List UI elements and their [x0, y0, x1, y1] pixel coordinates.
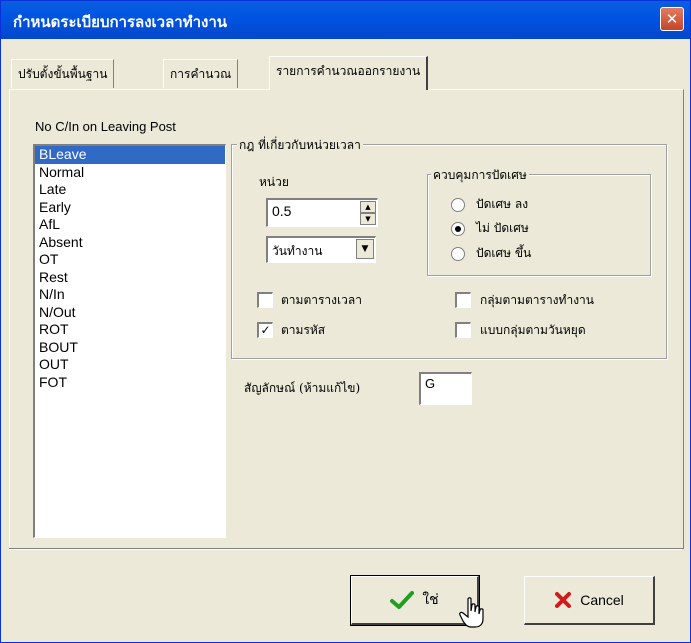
list-item[interactable]: Absent: [35, 234, 225, 252]
unit-type-dropdown[interactable]: วันทำงาน ▼: [266, 236, 376, 263]
tab-label: การคำนวณ: [170, 67, 232, 81]
no-rounding-radio[interactable]: [451, 222, 465, 236]
symbol-field[interactable]: G: [419, 372, 472, 405]
time-table-label: ตามตารางเวลา: [281, 293, 362, 307]
time-table-checkbox[interactable]: [257, 292, 273, 308]
work-table-group-checkbox[interactable]: [455, 292, 471, 308]
item-listbox[interactable]: BLeave Normal Late Early AfL Absent OT R…: [33, 144, 226, 538]
cancel-x-icon: [555, 592, 572, 608]
unit-label: หน่วย: [259, 175, 289, 189]
no-rounding-label: ไม่ ปัดเศษ: [476, 221, 529, 235]
time-unit-group-title: กฎ ที่เกี่ยวกับหน่วยเวลา: [237, 136, 363, 155]
unit-spinner[interactable]: 0.5 ▲ ▼: [266, 198, 378, 227]
list-item[interactable]: ROT: [35, 321, 225, 339]
window-title: กำหนดระเบียบการลงเวลาทำงาน: [13, 13, 228, 31]
dropdown-button[interactable]: ▼: [356, 239, 374, 259]
list-item[interactable]: BOUT: [35, 339, 225, 357]
spin-up-button[interactable]: ▲: [360, 201, 376, 213]
close-button[interactable]: ✕: [660, 7, 684, 31]
symbol-value: G: [425, 376, 436, 391]
close-icon: ✕: [665, 10, 679, 28]
work-table-group-label: กลุ่มตามตารางทำงาน: [480, 293, 594, 307]
down-arrow-icon: ▼: [365, 215, 371, 223]
list-item[interactable]: BLeave: [35, 146, 225, 164]
round-down-radio[interactable]: [451, 198, 465, 212]
holiday-group-label: แบบกลุ่มตามวันหยุด: [480, 323, 586, 337]
round-up-radio[interactable]: [451, 247, 465, 261]
list-item[interactable]: Normal: [35, 164, 225, 182]
list-item[interactable]: Rest: [35, 269, 225, 287]
bottom-separator: [9, 548, 682, 550]
list-item[interactable]: FOT: [35, 374, 225, 392]
rounding-group-title: ควบคุมการปัดเศษ: [431, 166, 529, 185]
round-up-label: ปัดเศษ ขึ้น: [476, 246, 532, 260]
title-bar[interactable]: กำหนดระเบียบการลงเวลาทำงาน ✕: [1, 1, 690, 39]
check-icon: ✓: [260, 323, 271, 337]
mouse-cursor-icon: [459, 597, 484, 628]
up-arrow-icon: ▲: [365, 203, 371, 211]
list-item[interactable]: N/In: [35, 286, 225, 304]
checkmark-icon: [390, 591, 415, 609]
ok-button-label: ใช่: [422, 591, 439, 607]
tab-report-calculation-items[interactable]: รายการคำนวณออกรายงาน: [269, 56, 429, 90]
list-item[interactable]: N/Out: [35, 304, 225, 322]
tab-calculation[interactable]: การคำนวณ: [163, 59, 239, 88]
list-item[interactable]: OUT: [35, 356, 225, 374]
spinner-buttons: ▲ ▼: [360, 201, 376, 225]
unit-type-value: วันทำงาน: [272, 244, 323, 258]
list-item[interactable]: OT: [35, 251, 225, 269]
tab-basic-settings[interactable]: ปรับตั้งขั้นพื้นฐาน: [11, 59, 115, 88]
unit-value: 0.5: [272, 203, 292, 219]
list-item[interactable]: Late: [35, 181, 225, 199]
by-code-label: ตามรหัส: [281, 323, 326, 337]
holiday-group-checkbox[interactable]: [455, 322, 471, 338]
symbol-label: สัญลักษณ์ (ห้ามแก้ไข): [244, 381, 361, 395]
chevron-down-icon: ▼: [361, 244, 369, 254]
spin-down-button[interactable]: ▼: [360, 213, 376, 225]
cancel-button[interactable]: Cancel: [524, 576, 655, 625]
dialog-window: กำหนดระเบียบการลงเวลาทำงาน ✕ ปรับตั้งขั้…: [0, 0, 691, 643]
list-item[interactable]: AfL: [35, 216, 225, 234]
by-code-checkbox[interactable]: ✓: [257, 322, 273, 338]
tab-label: รายการคำนวณออกรายงาน: [276, 64, 421, 78]
list-item[interactable]: Early: [35, 199, 225, 217]
list-label: No C/In on Leaving Post: [35, 119, 176, 134]
tab-label: ปรับตั้งขั้นพื้นฐาน: [18, 67, 108, 81]
cancel-button-label: Cancel: [580, 592, 624, 608]
round-down-label: ปัดเศษ ลง: [476, 197, 529, 211]
